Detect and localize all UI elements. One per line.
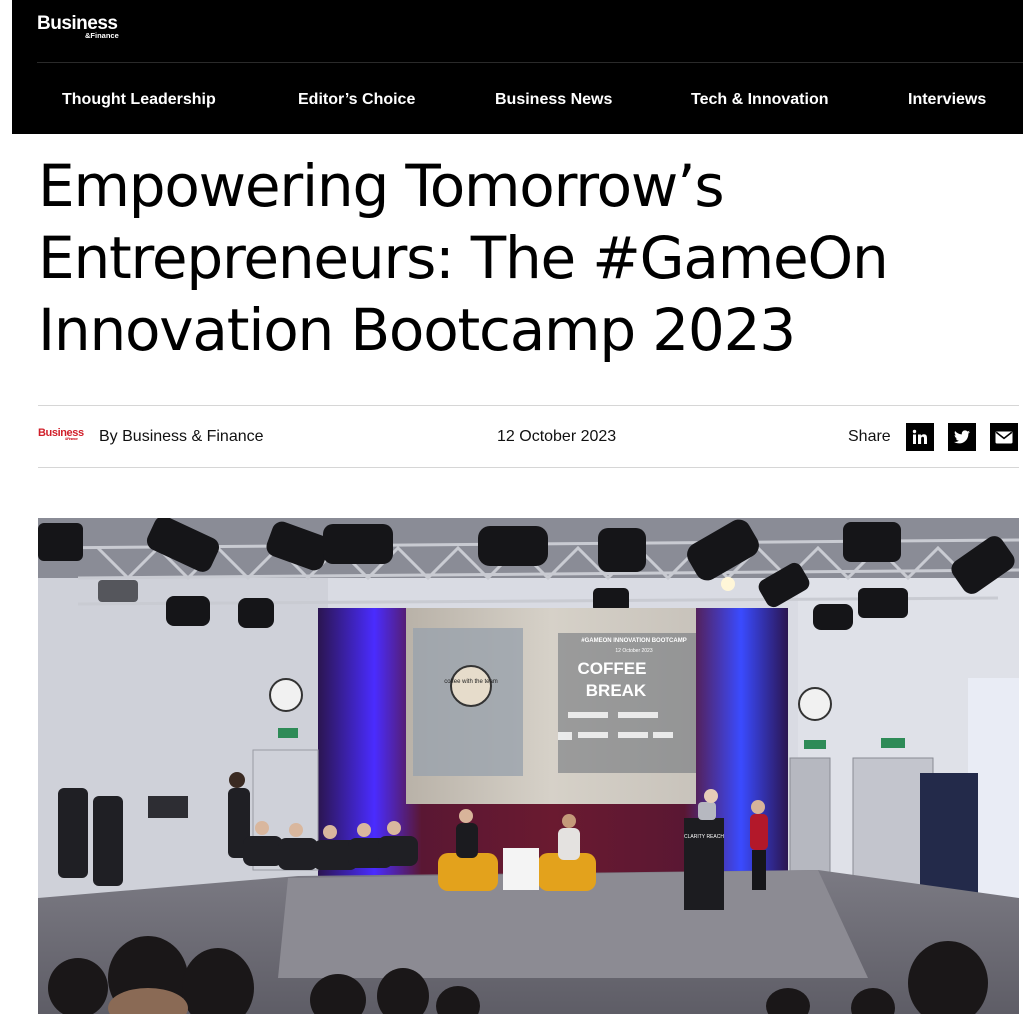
title-line: Innovation Bootcamp 2023 bbox=[38, 296, 796, 364]
screen-tag: #GAMEON INNOVATION BOOTCAMP bbox=[581, 638, 686, 644]
nav-item-tech-innovation[interactable]: Tech & Innovation bbox=[691, 89, 828, 111]
nav-item-business-news[interactable]: Business News bbox=[495, 89, 612, 111]
title-line: Entrepreneurs: The #GameOn bbox=[38, 224, 889, 292]
nav-item-editors-choice[interactable]: Editor’s Choice bbox=[298, 89, 415, 111]
author-logo-subtext: &Finance bbox=[65, 437, 78, 441]
screen-line-2: BREAK bbox=[586, 681, 647, 700]
title-line: Empowering Tomorrow’s bbox=[38, 152, 725, 220]
author-logo: Business &Finance bbox=[38, 427, 84, 441]
screen-sub: 12 October 2023 bbox=[615, 648, 652, 654]
linkedin-icon[interactable] bbox=[906, 423, 934, 451]
site-logo[interactable]: Business &Finance bbox=[37, 14, 119, 40]
share-label: Share bbox=[848, 428, 891, 445]
screen-badge: coffee with the team bbox=[444, 679, 498, 685]
hero-image: coffee with the team #GAMEON INNOVATION … bbox=[38, 518, 1019, 1014]
main-nav: Thought Leadership Editor’s Choice Busin… bbox=[12, 89, 1023, 113]
publish-date: 12 October 2023 bbox=[497, 428, 617, 445]
screen-line-1: COFFEE bbox=[578, 659, 647, 678]
author-byline[interactable]: By Business & Finance bbox=[99, 426, 264, 448]
article-title: Empowering Tomorrow’s Entrepreneurs: The… bbox=[38, 150, 998, 366]
email-icon[interactable] bbox=[990, 423, 1018, 451]
logo-subtext: &Finance bbox=[85, 31, 119, 40]
hero-photo: coffee with the team #GAMEON INNOVATION … bbox=[38, 518, 1019, 1014]
nav-item-interviews[interactable]: Interviews bbox=[908, 89, 986, 111]
twitter-icon[interactable] bbox=[948, 423, 976, 451]
meta-bottom-divider bbox=[38, 467, 1019, 468]
nav-item-thought-leadership[interactable]: Thought Leadership bbox=[62, 89, 216, 111]
lectern-label: CLARITY REACH bbox=[684, 834, 724, 840]
site-header: Business &Finance Thought Leadership Edi… bbox=[12, 0, 1023, 134]
header-divider bbox=[37, 62, 1023, 63]
article-meta: Business &Finance By Business & Finance … bbox=[38, 406, 1019, 467]
